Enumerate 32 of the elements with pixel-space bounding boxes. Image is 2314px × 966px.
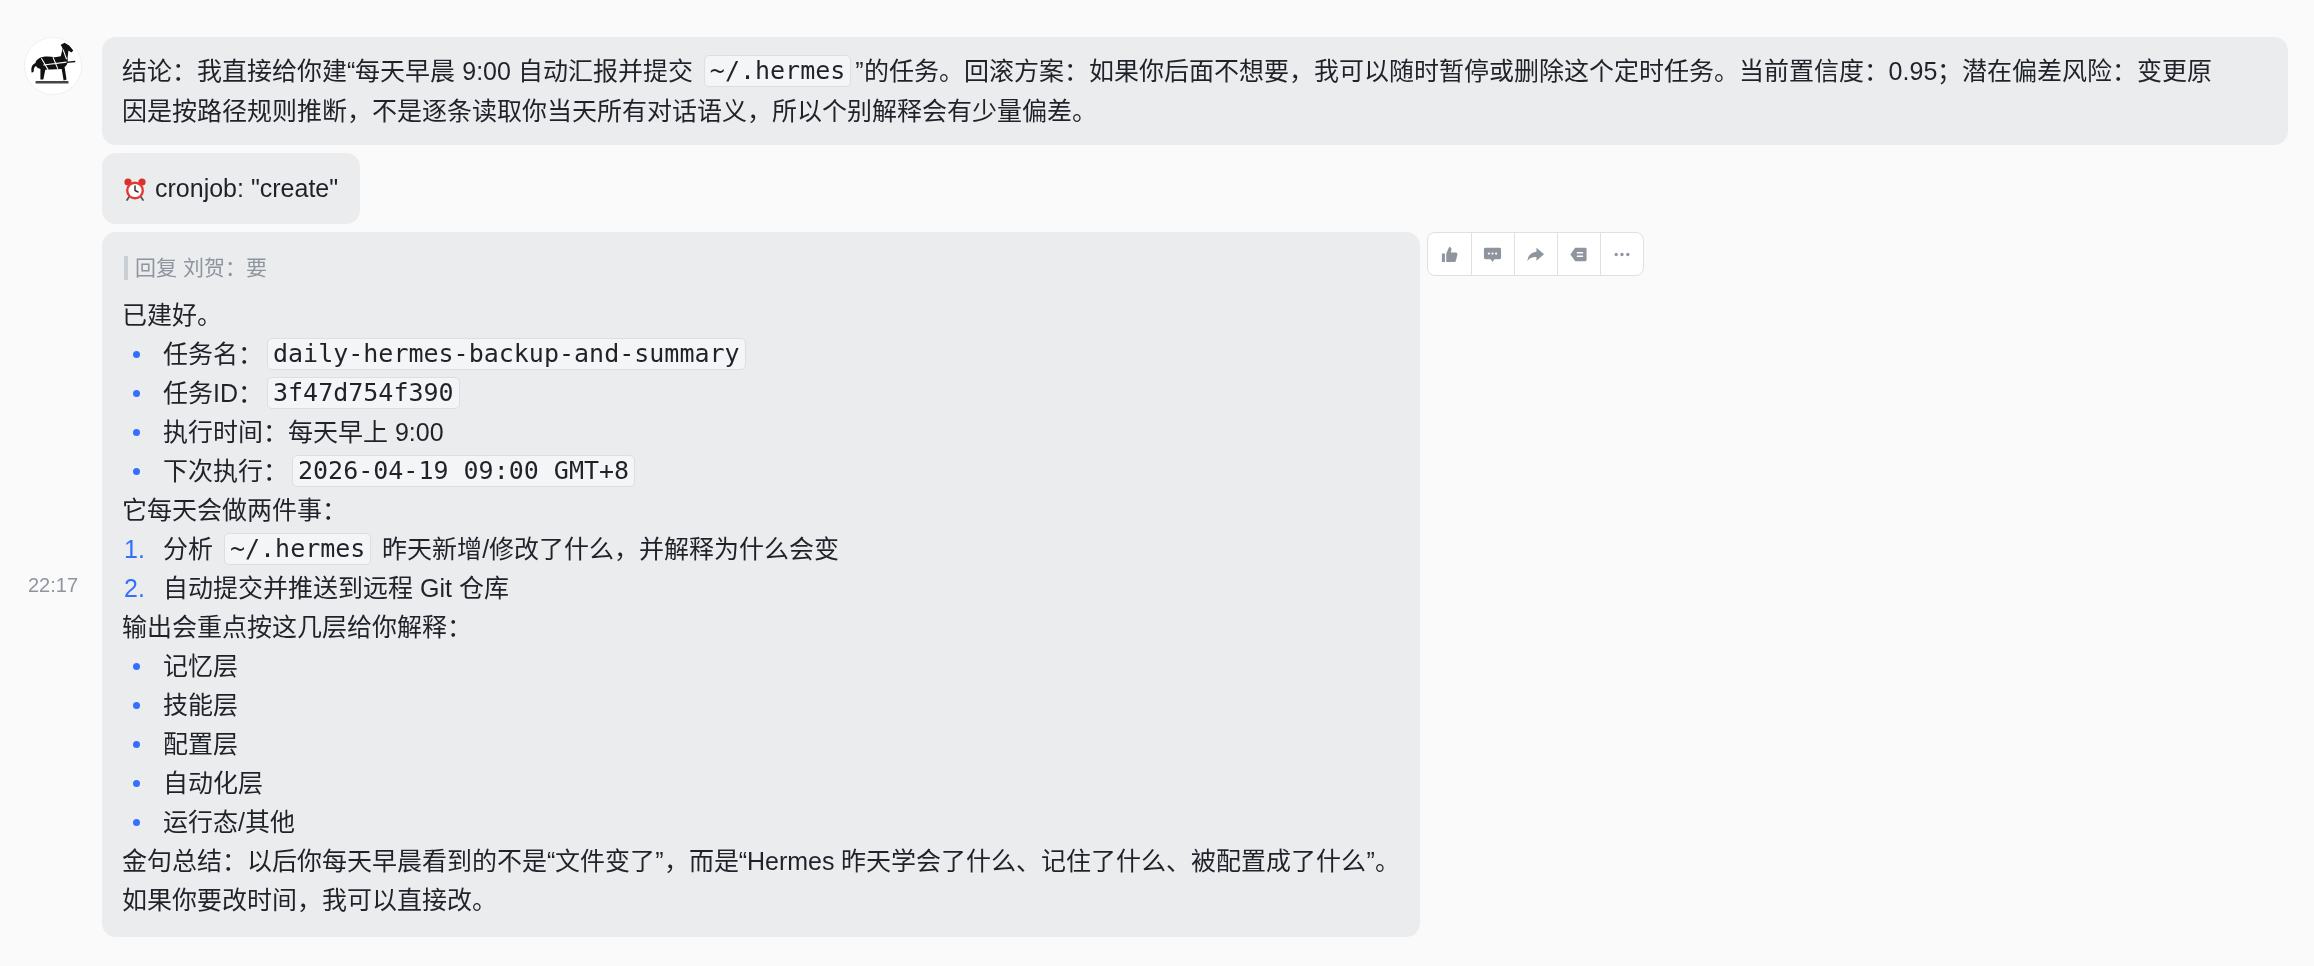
message-text: 金句总结：以后你每天早晨看到的不是“文件变了”，而是“Hermes 昨天学会了什么、记住了什么、被配置成了什么”。 (122, 846, 1400, 877)
tool-call-text: cronjob: "create" (155, 173, 339, 204)
thumbs-up-icon (1439, 244, 1459, 264)
list-item-text: 执行时间：每天早上 9:00 (163, 417, 444, 448)
list-number: 1. (124, 535, 145, 563)
bullet-icon (133, 390, 140, 397)
more-icon (1612, 251, 1631, 257)
bullet-icon (133, 741, 140, 748)
bullet-icon (133, 429, 140, 436)
bullet-icon (133, 702, 140, 709)
list-item-text: 自动化层 (163, 768, 263, 799)
list-item-text: 自动提交并推送到远程 Git 仓库 (163, 573, 509, 604)
reply-quote: 回复 刘贺：要 (124, 256, 267, 280)
message-text: 输出会重点按这几层给你解释： (122, 612, 473, 643)
bullet-icon (133, 351, 140, 358)
message-text: 它每天会做两件事： (122, 495, 348, 526)
list-item-text: 运行态/其他 (163, 807, 295, 838)
list-number: 2. (124, 574, 145, 602)
list-item-text: 配置层 (163, 729, 238, 760)
bullet-icon (133, 663, 140, 670)
bullet-icon (133, 819, 140, 826)
list-item-text: 分析 ~/.hermes 昨天新增/修改了什么，并解释为什么会变 (163, 532, 840, 568)
message-text: 结论：我直接给你建“每天早晨 9:00 自动汇报并提交 ~/.hermes ”的任务。回滚方案：如果你后面不想要，我可以随时暂停或删除这个定时任务。当前置信度：0.95；潜在偏差风险：变更原因是按路径规则推断，不是逐条读取你当天所有对话语义，所以个别解释会有少量偏差。 (122, 54, 2214, 127)
bullet-icon (133, 468, 140, 475)
horse-avatar-icon (24, 37, 82, 95)
timestamp: 22:17 (27, 572, 79, 597)
message-text: 已建好。 (122, 300, 223, 331)
alarm-clock-icon (123, 176, 147, 201)
list-item-text: 记忆层 (163, 651, 238, 682)
bullet-icon (133, 780, 140, 787)
message-text: 如果你要改时间，我可以直接改。 (122, 885, 498, 916)
list-item-text: 技能层 (163, 690, 238, 721)
